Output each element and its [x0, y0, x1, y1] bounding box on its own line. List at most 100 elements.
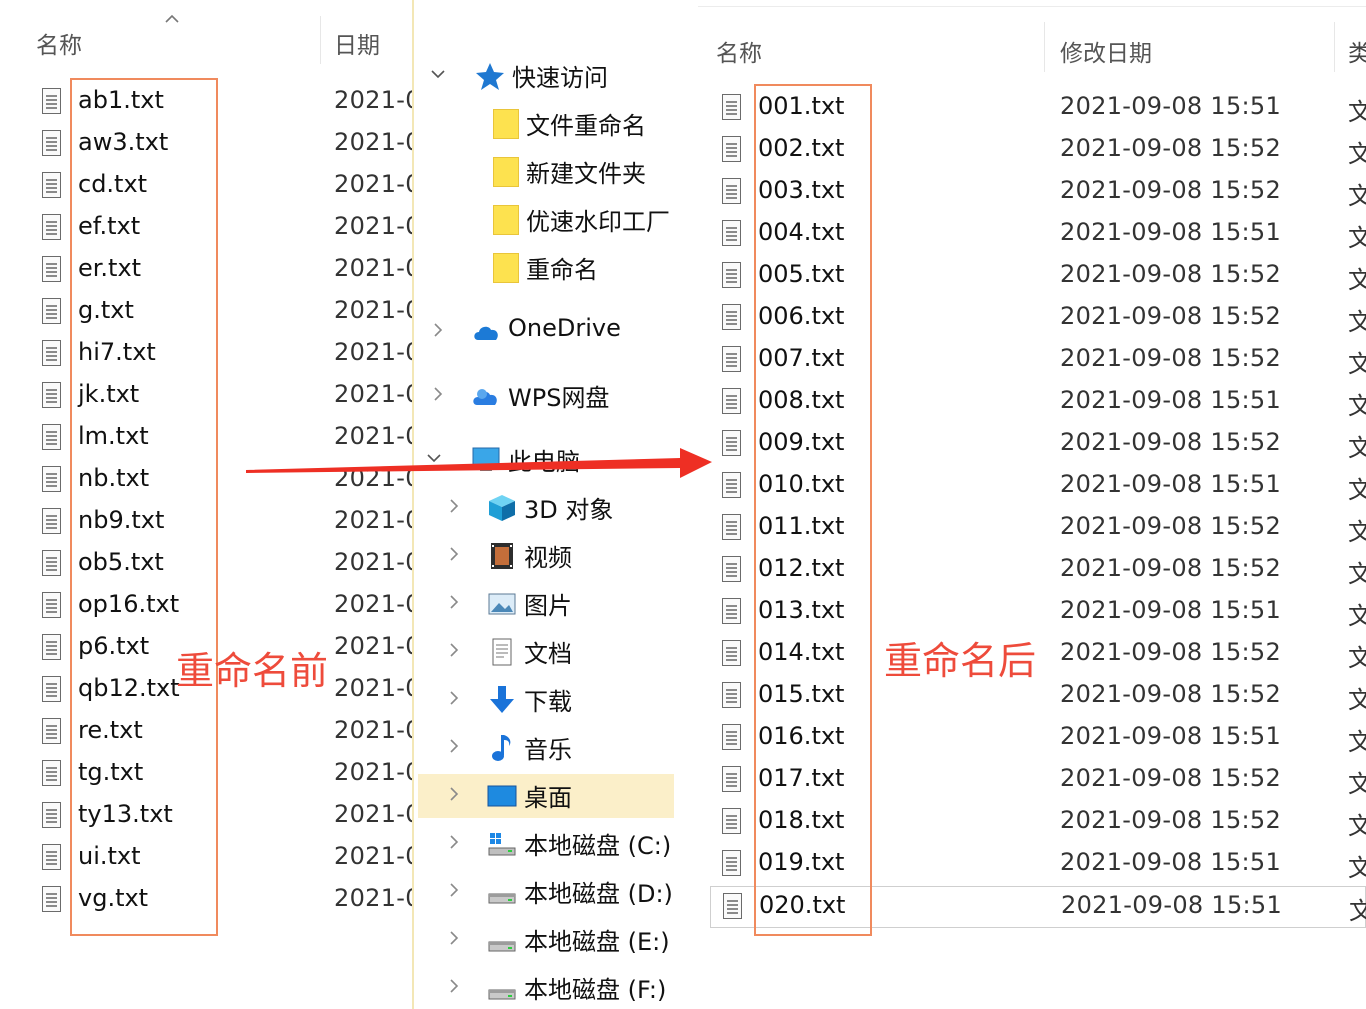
chevron-right-icon[interactable]	[446, 690, 462, 706]
nav-item[interactable]: 本地磁盘 (E:)	[418, 918, 674, 962]
chevron-down-icon[interactable]	[426, 450, 442, 466]
column-divider[interactable]	[1334, 22, 1335, 72]
column-header-type[interactable]: 类	[1348, 34, 1366, 68]
file-modified-date: 2021-09-08 15:52	[1060, 554, 1282, 582]
nav-item-label: 重命名	[526, 256, 598, 284]
nav-item-label: 音乐	[524, 736, 572, 764]
file-modified-date: 2021-09-08 15:51	[1060, 218, 1282, 246]
nav-item[interactable]: WPS网盘	[418, 374, 674, 418]
chevron-right-icon[interactable]	[446, 978, 462, 994]
file-type: 文	[1348, 770, 1366, 798]
text-file-icon	[722, 682, 741, 708]
text-file-icon	[722, 640, 741, 666]
column-header-name[interactable]: 名称	[716, 34, 762, 68]
top-border	[698, 0, 1366, 7]
folder-icon	[490, 156, 522, 188]
nav-item[interactable]: OneDrive	[418, 310, 674, 354]
file-modified-date: 2021-09-08 15:51	[1060, 596, 1282, 624]
chevron-right-icon[interactable]	[446, 546, 462, 562]
text-file-icon	[42, 886, 61, 912]
cloud-icon	[470, 316, 502, 348]
file-type: 文	[1348, 518, 1366, 546]
file-modified-date: 2021-09-08 15:52	[1060, 134, 1282, 162]
nav-item[interactable]: 新建文件夹	[418, 150, 674, 194]
chevron-right-icon[interactable]	[430, 386, 446, 402]
file-modified-date: 2021-09-08 15:51	[1061, 891, 1283, 919]
nav-item[interactable]: 文档	[418, 630, 674, 674]
chevron-right-icon[interactable]	[446, 642, 462, 658]
file-modified-date: 2021-09-08 15:52	[1060, 428, 1282, 456]
file-date: 2021-0	[334, 86, 412, 114]
text-file-icon	[722, 262, 741, 288]
text-file-icon	[722, 388, 741, 414]
column-header-modified-date[interactable]: 修改日期	[1060, 34, 1152, 68]
text-file-icon	[42, 382, 61, 408]
column-header-name[interactable]: 名称	[36, 26, 82, 60]
file-type: 文	[1348, 854, 1366, 882]
file-modified-date: 2021-09-08 15:52	[1060, 176, 1282, 204]
text-file-icon	[42, 130, 61, 156]
chevron-right-icon[interactable]	[430, 322, 446, 338]
folder-icon	[490, 252, 522, 284]
text-file-icon	[722, 514, 741, 540]
text-file-icon	[722, 598, 741, 624]
nav-item-label: 快速访问	[512, 64, 608, 92]
file-modified-date: 2021-09-08 15:51	[1060, 722, 1282, 750]
chevron-right-icon[interactable]	[446, 786, 462, 802]
text-file-icon	[42, 340, 61, 366]
nav-item-label: 此电脑	[508, 448, 580, 476]
chevron-down-icon[interactable]	[430, 66, 446, 82]
nav-item[interactable]: 桌面	[418, 774, 674, 818]
nav-item-label: 本地磁盘 (F:)	[524, 976, 667, 1004]
file-modified-date: 2021-09-08 15:52	[1060, 764, 1282, 792]
text-file-icon	[722, 724, 741, 750]
star-icon	[474, 60, 506, 92]
chevron-right-icon[interactable]	[446, 738, 462, 754]
column-divider[interactable]	[320, 16, 321, 64]
nav-item[interactable]: 视频	[418, 534, 674, 578]
nav-item[interactable]: 本地磁盘 (C:)	[418, 822, 674, 866]
drive-windows-icon	[486, 828, 518, 860]
sort-ascending-icon[interactable]	[165, 12, 179, 26]
nav-item[interactable]: 快速访问	[418, 54, 674, 98]
chevron-right-icon[interactable]	[446, 930, 462, 946]
file-type: 文	[1348, 98, 1366, 126]
column-divider[interactable]	[1044, 22, 1045, 72]
text-file-icon	[42, 424, 61, 450]
nav-item[interactable]: 下载	[418, 678, 674, 722]
nav-item[interactable]: 本地磁盘 (F:)	[418, 966, 674, 1009]
computer-icon	[470, 444, 502, 476]
text-file-icon	[42, 634, 61, 660]
chevron-right-icon[interactable]	[446, 498, 462, 514]
column-header-date[interactable]: 日期	[334, 26, 380, 60]
nav-item[interactable]: 3D 对象	[418, 486, 674, 530]
nav-item[interactable]: 重命名	[418, 246, 674, 290]
chevron-right-icon[interactable]	[446, 882, 462, 898]
chevron-right-icon[interactable]	[446, 834, 462, 850]
file-date: 2021-0	[334, 632, 412, 660]
text-file-icon	[42, 760, 61, 786]
file-date: 2021-0	[334, 884, 412, 912]
nav-item[interactable]: 图片	[418, 582, 674, 626]
after-rename-annotation: 重命名后	[884, 639, 1037, 683]
file-date: 2021-0	[334, 170, 412, 198]
text-file-icon	[42, 508, 61, 534]
text-file-icon	[722, 556, 741, 582]
nav-item-label: 图片	[524, 592, 572, 620]
music-note-icon	[486, 732, 518, 764]
file-type: 文	[1348, 392, 1366, 420]
text-file-icon	[722, 808, 741, 834]
file-date: 2021-0	[334, 254, 412, 282]
file-date: 2021-0	[334, 800, 412, 828]
nav-item[interactable]: 音乐	[418, 726, 674, 770]
left-file-list-panel: 名称 日期 ab1.txt2021-0aw3.txt2021-0cd.txt20…	[0, 0, 412, 1009]
download-arrow-icon	[486, 684, 518, 716]
nav-item[interactable]: 本地磁盘 (D:)	[418, 870, 674, 914]
file-modified-date: 2021-09-08 15:52	[1060, 638, 1282, 666]
chevron-right-icon[interactable]	[446, 594, 462, 610]
nav-item[interactable]: 此电脑	[418, 438, 674, 482]
nav-item[interactable]: 优速水印工厂	[418, 198, 674, 242]
text-file-icon	[722, 220, 741, 246]
nav-item-label: 3D 对象	[524, 496, 614, 524]
nav-item[interactable]: 文件重命名	[418, 102, 674, 146]
